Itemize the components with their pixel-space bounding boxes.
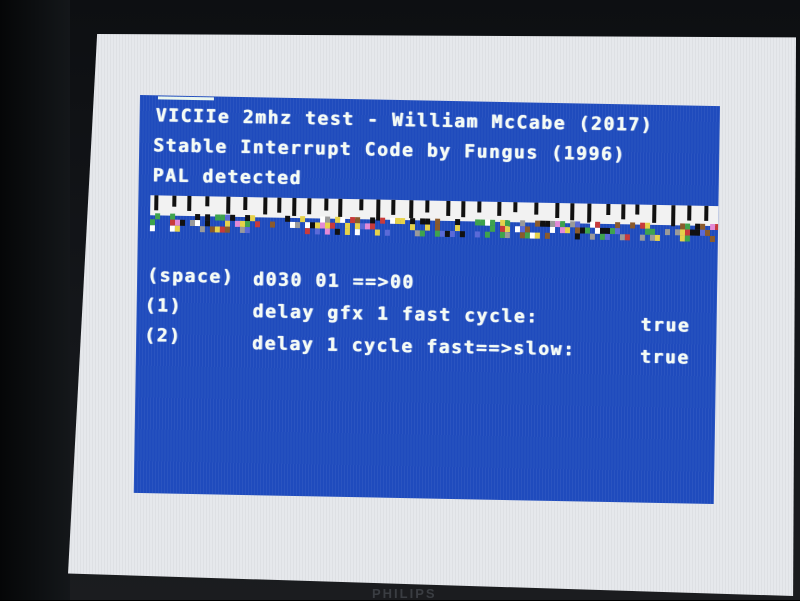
raster-pixel xyxy=(449,230,455,238)
raster-pixel xyxy=(504,232,510,239)
raster-tick xyxy=(446,200,451,216)
raster-pixel xyxy=(534,232,540,239)
raster-pixel xyxy=(314,228,320,235)
title-line: VICIIe 2mhz test - William McCabe (2017) xyxy=(155,105,654,136)
raster-tick xyxy=(461,201,466,218)
raster-tick xyxy=(277,197,282,213)
raster-tick xyxy=(359,199,364,211)
raster-tick xyxy=(652,204,657,223)
menu-key-space: (space) xyxy=(146,265,235,288)
raster-tick xyxy=(154,195,159,211)
raster-tick xyxy=(425,200,430,213)
menu-value-1: true xyxy=(640,314,691,337)
raster-pixel xyxy=(684,235,690,242)
raster-pixel xyxy=(254,221,261,228)
raster-pixel xyxy=(354,229,360,236)
monitor-bezel: VICIIe 2mhz test - William McCabe (2017)… xyxy=(0,0,800,601)
raster-pixel xyxy=(374,229,380,236)
raster-tick xyxy=(621,204,626,220)
raster-pixel xyxy=(179,219,186,226)
raster-pixel xyxy=(224,226,230,233)
raster-pixel xyxy=(709,235,715,243)
raster-tick xyxy=(391,199,396,215)
raster-tick xyxy=(292,197,297,216)
raster-tick xyxy=(205,196,210,207)
raster-tick xyxy=(513,202,518,213)
raster-pixel xyxy=(419,230,425,237)
raster-pixel xyxy=(324,228,330,235)
menu-value-2: true xyxy=(639,346,690,369)
raster-pixel xyxy=(459,231,465,238)
raster-tick xyxy=(263,197,268,215)
raster-tick xyxy=(243,196,248,211)
raster-tick xyxy=(555,202,560,219)
raster-tick xyxy=(172,195,177,207)
raster-pixel xyxy=(304,228,310,235)
bezel-shadow xyxy=(0,0,70,600)
raster-pixel xyxy=(604,233,610,241)
raster-pixel xyxy=(664,229,671,236)
menu-label-1: delay gfx 1 fast cycle: xyxy=(252,301,539,328)
raster-pixel xyxy=(155,213,161,220)
raster-pixel xyxy=(424,224,431,231)
raster-tick xyxy=(587,203,592,223)
raster-tick xyxy=(534,202,539,215)
raster-tick xyxy=(409,200,414,219)
credit-line: Stable Interrupt Code by Fungus (1996) xyxy=(153,135,626,166)
raster-pixel xyxy=(174,225,180,232)
raster-pixel xyxy=(639,234,645,241)
raster-tick xyxy=(635,204,640,215)
raster-tick xyxy=(477,201,482,213)
raster-glitch-bar xyxy=(149,195,721,246)
raster-pixel xyxy=(294,221,301,229)
raster-tick xyxy=(687,205,692,221)
raster-tick xyxy=(704,205,709,221)
raster-tick xyxy=(570,203,575,221)
raster-tick xyxy=(606,203,611,216)
raster-tick xyxy=(671,205,676,227)
raster-pixel xyxy=(244,227,250,234)
raster-pixel xyxy=(544,232,550,239)
raster-pixel xyxy=(624,234,630,241)
raster-tick xyxy=(187,195,192,211)
top-rule xyxy=(157,96,214,101)
raster-pixel xyxy=(654,234,660,241)
menu-key-2: (2) xyxy=(144,325,182,347)
status-line: PAL detected xyxy=(152,165,303,190)
raster-pixel xyxy=(574,233,580,240)
raster-pixel xyxy=(564,227,571,234)
raster-pixel xyxy=(384,229,390,236)
raster-pixel xyxy=(484,231,490,238)
raster-pixel xyxy=(149,225,155,232)
raster-tick xyxy=(307,198,312,215)
raster-pixel xyxy=(489,225,496,232)
raster-pixel xyxy=(549,226,556,233)
raster-pixel xyxy=(630,222,636,229)
raster-tick xyxy=(226,196,231,214)
raster-pixel xyxy=(589,233,595,240)
menu-label-2: delay 1 cycle fast==>slow: xyxy=(251,333,576,361)
raster-pixel xyxy=(474,231,480,238)
raster-tick xyxy=(324,198,329,211)
raster-tick xyxy=(497,201,502,216)
monitor-brand: PHILIPS xyxy=(372,586,437,601)
raster-pixel xyxy=(199,226,205,233)
raster-pixel xyxy=(269,221,276,228)
raster-pixel xyxy=(380,217,386,224)
menu-label-space: d030 01 ==>00 xyxy=(252,269,415,294)
raster-pixel xyxy=(344,228,350,236)
raster-pixel xyxy=(400,217,406,225)
raster-pixel xyxy=(334,228,340,235)
c64-display: VICIIe 2mhz test - William McCabe (2017)… xyxy=(133,95,721,505)
menu-key-1: (1) xyxy=(144,295,183,317)
